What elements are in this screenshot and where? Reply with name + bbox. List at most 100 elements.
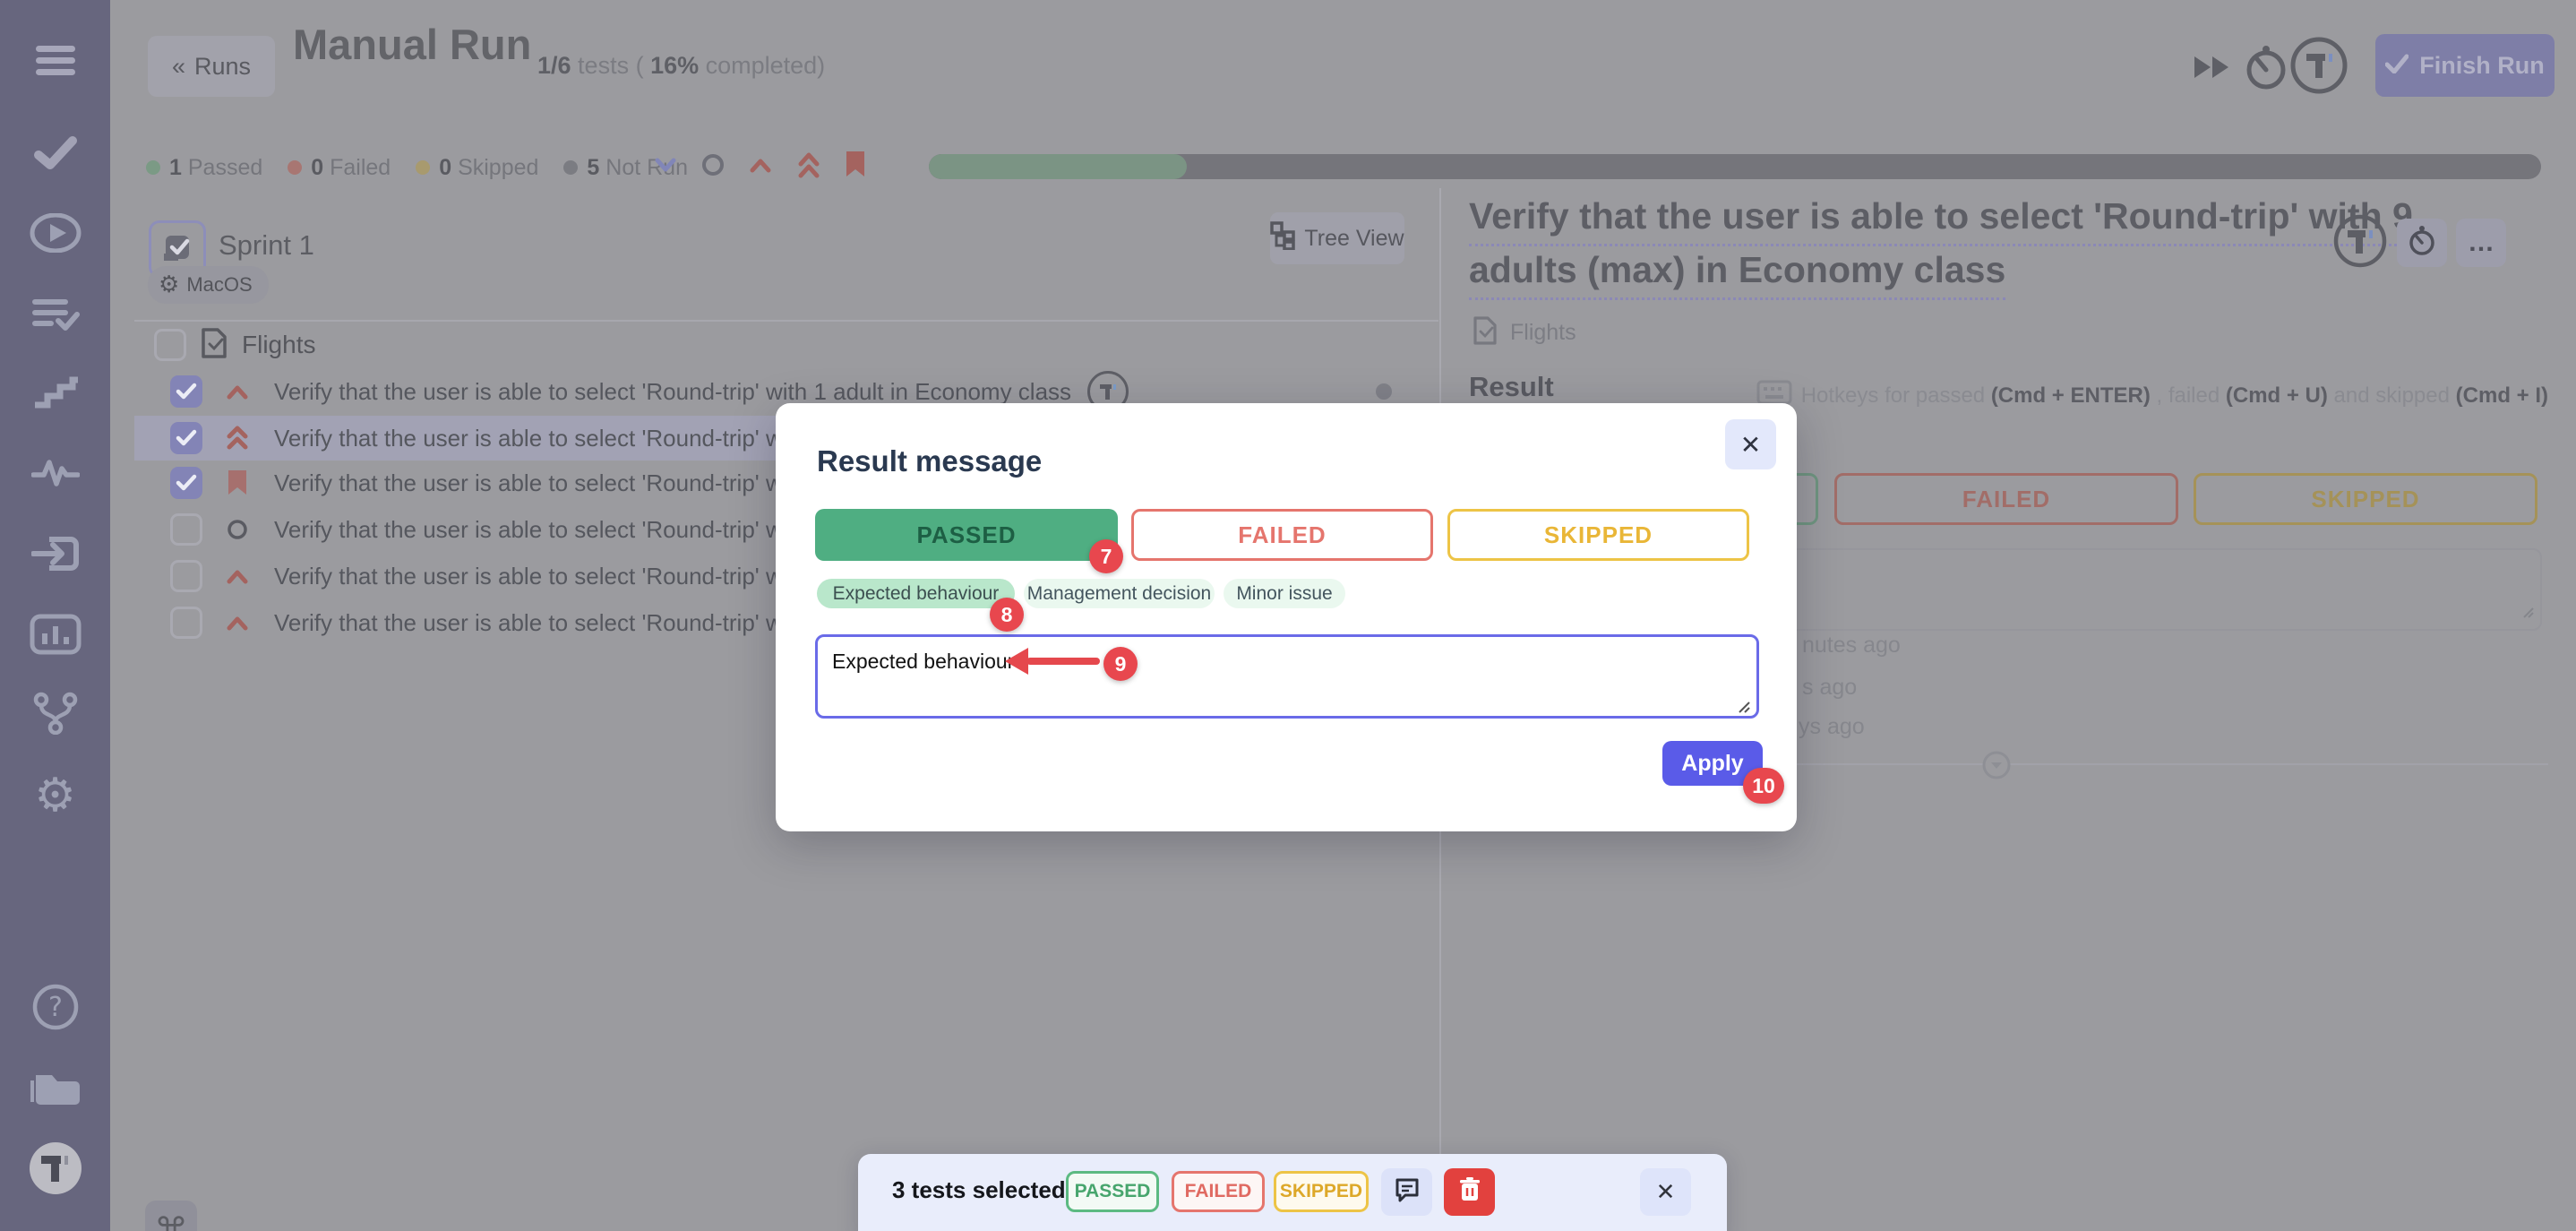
help-icon: ? xyxy=(31,983,80,1036)
check-icon xyxy=(2385,52,2409,80)
svg-text:?: ? xyxy=(48,992,63,1023)
sidebar-item-reports[interactable] xyxy=(0,609,110,663)
sidebar-item-import[interactable] xyxy=(0,529,110,582)
annotation-arrow-line xyxy=(1026,658,1100,665)
sidebar-item-projects[interactable] xyxy=(0,1063,110,1116)
test-title: Verify that the user is able to select '… xyxy=(274,425,783,452)
priority-bookmark-icon xyxy=(222,469,253,497)
tag-expected-behaviour[interactable]: Expected behaviour xyxy=(817,579,1015,608)
bulk-delete-button[interactable] xyxy=(1444,1168,1495,1216)
chevron-down-filter-icon[interactable] xyxy=(652,154,679,180)
run-progress-bar xyxy=(929,154,2541,179)
sidebar-logo[interactable] xyxy=(0,1143,110,1197)
breadcrumb-label: Flights xyxy=(1510,320,1576,346)
chevrons-up-filter-icon[interactable] xyxy=(795,150,822,185)
folder-label: Flights xyxy=(242,331,315,359)
folder-checkbox[interactable] xyxy=(154,329,186,361)
result-message-textarea[interactable]: Expected behaviour xyxy=(815,634,1759,719)
passed-count: 1 Passed xyxy=(146,155,262,181)
ellipsis-icon: … xyxy=(2468,228,2494,258)
bulk-close-button[interactable]: ✕ xyxy=(1640,1168,1691,1216)
sidebar-item-milestones[interactable] xyxy=(0,367,110,421)
detail-failed-button[interactable]: FAILED xyxy=(1834,473,2178,525)
file-check-icon xyxy=(1473,315,1498,350)
modal-skipped-button[interactable]: SKIPPED xyxy=(1447,509,1749,561)
page-title: Manual Run xyxy=(293,20,531,69)
timeline-entry: s ago xyxy=(1802,675,1857,701)
run-progress-fraction: 1/6 xyxy=(537,52,571,79)
tag-minor-issue[interactable]: Minor issue xyxy=(1224,579,1345,608)
test-title: Verify that the user is able to select '… xyxy=(274,378,1071,406)
test-title: Verify that the user is able to select '… xyxy=(274,563,783,590)
priority-high-icon xyxy=(222,382,253,401)
play-circle-icon xyxy=(30,213,82,257)
tree-view-button[interactable]: Tree View xyxy=(1270,212,1404,264)
detail-message-textarea[interactable] xyxy=(1729,548,2542,631)
sidebar-item-settings[interactable]: ⚙ xyxy=(0,769,110,822)
more-options-button[interactable]: … xyxy=(2456,219,2506,267)
hotkeys-hint: Hotkeys for passed (Cmd + ENTER) , faile… xyxy=(1756,380,2548,411)
comment-icon xyxy=(1394,1176,1421,1208)
circle-filter-icon[interactable] xyxy=(700,152,726,182)
resize-handle-icon[interactable] xyxy=(2520,605,2535,624)
assignee-dot xyxy=(1376,383,1392,400)
breadcrumb[interactable]: Flights xyxy=(1473,315,1576,350)
tag-management-decision[interactable]: Management decision xyxy=(1024,579,1215,608)
row-checkbox-unchecked[interactable] xyxy=(170,607,202,639)
row-checkbox-checked[interactable] xyxy=(170,422,202,454)
file-check-icon xyxy=(201,327,228,364)
row-checkbox-unchecked[interactable] xyxy=(170,560,202,592)
run-progress-meta: 1/6 tests ( 16% completed) xyxy=(537,52,825,80)
sidebar-item-branches[interactable] xyxy=(0,688,110,742)
annotation-arrow-icon xyxy=(1005,648,1028,675)
modal-failed-button[interactable]: FAILED xyxy=(1131,509,1433,561)
resize-handle-icon[interactable] xyxy=(1736,699,1752,719)
sprint-title: Sprint 1 xyxy=(219,229,314,262)
sidebar-item-runs[interactable] xyxy=(0,208,110,262)
bulk-failed-button[interactable]: FAILED xyxy=(1172,1171,1265,1212)
close-icon: ✕ xyxy=(1740,430,1761,460)
modal-title: Result message xyxy=(817,444,1042,478)
detail-skipped-button[interactable]: SKIPPED xyxy=(2194,473,2537,525)
command-shortcut-button[interactable]: ⌘ xyxy=(145,1201,197,1231)
test-detail-title-line2: adults (max) in Economy class xyxy=(1469,249,2005,291)
menu-button[interactable] xyxy=(0,36,110,90)
fast-forward-button[interactable] xyxy=(2191,52,2239,87)
timer-button[interactable] xyxy=(2243,43,2289,96)
bulk-passed-button[interactable]: PASSED xyxy=(1066,1171,1159,1212)
sidebar-item-help[interactable]: ? xyxy=(0,982,110,1036)
annotation-badge-7: 7 xyxy=(1089,539,1123,573)
sidebar-item-analytics[interactable] xyxy=(0,448,110,502)
environment-tag[interactable]: ⚙ MacOS xyxy=(148,266,269,304)
expand-history-button[interactable] xyxy=(1981,750,2012,785)
sidebar-item-tests[interactable] xyxy=(0,127,110,181)
test-detail-title-line1: Verify that the user is able to select '… xyxy=(1469,195,2413,237)
priority-none-icon xyxy=(222,518,253,541)
timer-detail-button[interactable] xyxy=(2397,219,2447,267)
selected-count-label: 3 tests selected xyxy=(892,1176,1066,1204)
bulk-comment-button[interactable] xyxy=(1381,1168,1432,1216)
automated-test-icon xyxy=(2332,213,2388,273)
bookmark-filter-icon[interactable] xyxy=(844,150,867,185)
modal-passed-button[interactable]: PASSED xyxy=(815,509,1118,561)
bulk-skipped-button[interactable]: SKIPPED xyxy=(1274,1171,1369,1212)
priority-high-icon xyxy=(222,613,253,633)
row-checkbox-checked[interactable] xyxy=(170,467,202,499)
sidebar-item-test-plans[interactable] xyxy=(0,288,110,342)
chevron-up-filter-icon[interactable] xyxy=(747,153,774,181)
check-icon xyxy=(33,133,78,176)
gear-icon: ⚙ xyxy=(34,769,76,822)
annotation-badge-9: 9 xyxy=(1103,647,1138,681)
timeline-entry: ys ago xyxy=(1799,714,1865,740)
folder-row[interactable]: Flights xyxy=(154,326,315,364)
finish-run-button[interactable]: Finish Run xyxy=(2375,34,2555,97)
back-to-runs-button[interactable]: « Runs xyxy=(148,36,275,97)
list-check-icon xyxy=(31,296,80,336)
row-checkbox-checked[interactable] xyxy=(170,375,202,408)
modal-close-button[interactable]: ✕ xyxy=(1725,419,1776,469)
chevron-down-circle-icon xyxy=(1981,769,2012,784)
back-to-runs-label: Runs xyxy=(194,53,251,81)
test-title: Verify that the user is able to select '… xyxy=(274,516,783,544)
row-checkbox-unchecked[interactable] xyxy=(170,513,202,546)
stopwatch-icon xyxy=(2243,80,2289,95)
